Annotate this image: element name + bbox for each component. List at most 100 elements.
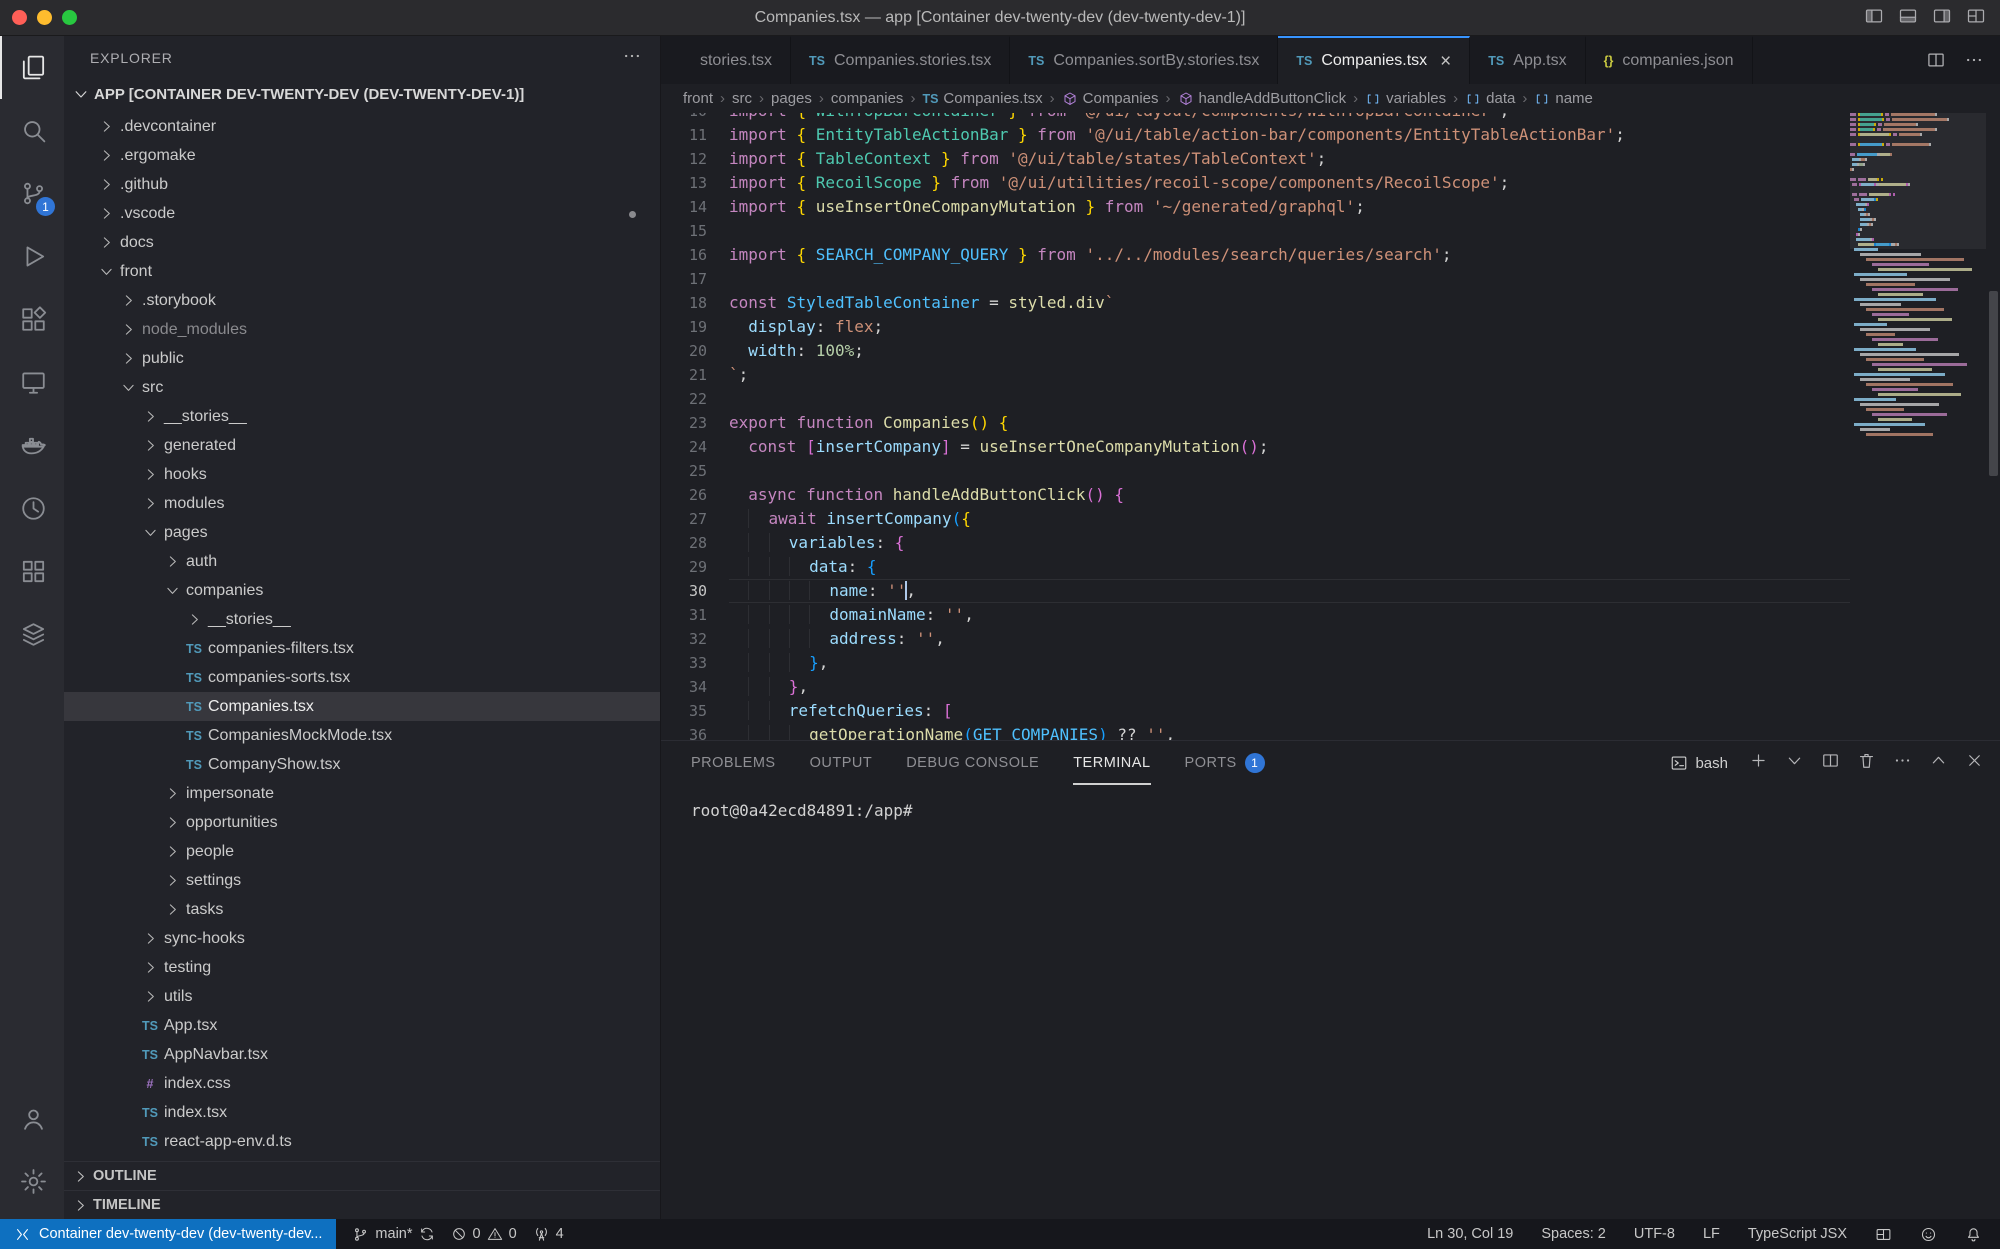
toggle-panel-right-button[interactable] [1932, 6, 1952, 31]
remote-indicator[interactable]: Container dev-twenty-dev (dev-twenty-dev… [0, 1219, 336, 1249]
breadcrumb-item-data[interactable]: data [1465, 90, 1515, 107]
tree-item-src[interactable]: src [64, 373, 660, 402]
split-terminal-button[interactable] [1821, 751, 1840, 775]
tree-item-docs[interactable]: docs [64, 228, 660, 257]
forwarded-ports[interactable]: 4 [533, 1226, 564, 1243]
tree-item-public[interactable]: public [64, 344, 660, 373]
panel-tab-terminal[interactable]: TERMINAL [1073, 741, 1150, 785]
tab-app-tsx[interactable]: TSApp.tsx [1470, 36, 1585, 84]
activity-extensions[interactable] [0, 288, 64, 351]
tree-item-vscode[interactable]: .vscode [64, 199, 660, 228]
maximize-panel-button[interactable] [1929, 751, 1948, 775]
tree-item-generated[interactable]: generated [64, 431, 660, 460]
tree-item-companies-filters-tsx[interactable]: TScompanies-filters.tsx [64, 634, 660, 663]
activity-kubernetes[interactable] [0, 540, 64, 603]
tree-item-ergomake[interactable]: .ergomake [64, 141, 660, 170]
activity-run-and-debug[interactable] [0, 225, 64, 288]
activity-search[interactable] [0, 99, 64, 162]
breadcrumb-item-handleaddbuttonclick[interactable]: handleAddButtonClick [1178, 90, 1347, 107]
tree-item-stories[interactable]: __stories__ [64, 402, 660, 431]
tab-close-icon[interactable]: × [1440, 52, 1451, 71]
panel-tab-problems[interactable]: PROBLEMS [691, 741, 776, 785]
tree-item-app-tsx[interactable]: TSApp.tsx [64, 1011, 660, 1040]
toggle-layout-button[interactable] [1966, 6, 1986, 31]
panel-more-actions-button[interactable] [1893, 751, 1912, 775]
tree-item-front[interactable]: front [64, 257, 660, 286]
tree-item-storybook[interactable]: .storybook [64, 286, 660, 315]
minimap[interactable] [1850, 113, 1986, 740]
breadcrumb-item-src[interactable]: src [732, 90, 752, 107]
git-branch[interactable]: main* [352, 1226, 434, 1243]
tab-stories-tsx[interactable]: stories.tsx [661, 36, 791, 84]
tab-companies-sortby-stories-tsx[interactable]: TSCompanies.sortBy.stories.tsx [1010, 36, 1278, 84]
tree-item-companyshow-tsx[interactable]: TSCompanyShow.tsx [64, 750, 660, 779]
shell-selector[interactable]: bash [1670, 754, 1728, 772]
new-terminal-button[interactable] [1749, 751, 1768, 775]
breadcrumb-item-companies[interactable]: companies [831, 90, 904, 107]
panel-tab-ports[interactable]: PORTS1 [1185, 741, 1265, 785]
code-editor[interactable]: 10import { WithTopBarContainer } from '@… [661, 113, 1850, 740]
layout[interactable] [1875, 1226, 1892, 1243]
tab-companies-json[interactable]: {}companies.json [1586, 36, 1753, 84]
activity-accounts[interactable] [0, 1087, 64, 1150]
tree-item-auth[interactable]: auth [64, 547, 660, 576]
split-editor-icon[interactable] [1926, 50, 1946, 70]
tree-item-pages[interactable]: pages [64, 518, 660, 547]
tree-item-modules[interactable]: modules [64, 489, 660, 518]
tree-item-opportunities[interactable]: opportunities [64, 808, 660, 837]
tree-item-companies-sorts-tsx[interactable]: TScompanies-sorts.tsx [64, 663, 660, 692]
cursor-position[interactable]: Ln 30, Col 19 [1427, 1226, 1513, 1242]
activity-docker[interactable] [0, 414, 64, 477]
activity-explorer[interactable] [0, 36, 64, 99]
editor-more-actions-icon[interactable] [1964, 50, 1984, 70]
breadcrumb-item-name[interactable]: name [1534, 90, 1593, 107]
activity-source-control[interactable]: 1 [0, 162, 64, 225]
activity-remote-explorer[interactable] [0, 351, 64, 414]
close-panel-button[interactable] [1965, 751, 1984, 775]
bell[interactable] [1965, 1226, 1982, 1243]
problems-indicator[interactable]: 00 [451, 1226, 517, 1242]
section-outline[interactable]: OUTLINE [64, 1161, 660, 1190]
language-mode[interactable]: TypeScript JSX [1748, 1226, 1847, 1242]
panel-tab-debug-console[interactable]: DEBUG CONSOLE [906, 741, 1039, 785]
encoding[interactable]: UTF-8 [1634, 1226, 1675, 1242]
panel-tab-output[interactable]: OUTPUT [810, 741, 873, 785]
tree-item-github[interactable]: .github [64, 170, 660, 199]
breadcrumb-item-pages[interactable]: pages [771, 90, 812, 107]
feedback[interactable] [1920, 1226, 1937, 1243]
eol[interactable]: LF [1703, 1226, 1720, 1242]
section-timeline[interactable]: TIMELINE [64, 1190, 660, 1219]
tree-item-companiesmockmode-tsx[interactable]: TSCompaniesMockMode.tsx [64, 721, 660, 750]
breadcrumb-item-companies[interactable]: Companies [1062, 90, 1159, 107]
tree-item-tasks[interactable]: tasks [64, 895, 660, 924]
tree-item-people[interactable]: people [64, 837, 660, 866]
breadcrumb-item-variables[interactable]: variables [1365, 90, 1446, 107]
tree-item-devcontainer[interactable]: .devcontainer [64, 112, 660, 141]
tab-companies-stories-tsx[interactable]: TSCompanies.stories.tsx [791, 36, 1010, 84]
workspace-section-header[interactable]: APP [CONTAINER DEV-TWENTY-DEV (DEV-TWENT… [64, 80, 660, 108]
tree-item-stories[interactable]: __stories__ [64, 605, 660, 634]
terminal-dropdown-button[interactable] [1785, 751, 1804, 775]
tree-item-companies[interactable]: companies [64, 576, 660, 605]
tree-item-node-modules[interactable]: node_modules [64, 315, 660, 344]
activity-gitlens[interactable] [0, 477, 64, 540]
tree-item-companies-tsx[interactable]: TSCompanies.tsx [64, 692, 660, 721]
tree-item-sync-hooks[interactable]: sync-hooks [64, 924, 660, 953]
tree-item-index-tsx[interactable]: TSindex.tsx [64, 1098, 660, 1127]
tree-item-testing[interactable]: testing [64, 953, 660, 982]
toggle-panel-left-button[interactable] [1864, 6, 1884, 31]
activity-settings-gear[interactable] [0, 1150, 64, 1213]
kill-terminal-button[interactable] [1857, 751, 1876, 775]
indentation[interactable]: Spaces: 2 [1541, 1226, 1606, 1242]
tree-item-index-css[interactable]: #index.css [64, 1069, 660, 1098]
breadcrumb-item-front[interactable]: front [683, 90, 713, 107]
editor-scrollbar[interactable] [1989, 291, 1998, 476]
breadcrumb-item-companies-tsx[interactable]: TSCompanies.tsx [922, 90, 1042, 107]
terminal-content[interactable]: root@0a42ecd84891:/app# [661, 785, 2000, 820]
tree-item-impersonate[interactable]: impersonate [64, 779, 660, 808]
tree-item-settings[interactable]: settings [64, 866, 660, 895]
toggle-panel-bottom-button[interactable] [1898, 6, 1918, 31]
tree-item-hooks[interactable]: hooks [64, 460, 660, 489]
tree-item-react-app-env-d-ts[interactable]: TSreact-app-env.d.ts [64, 1127, 660, 1156]
more-actions-icon[interactable] [622, 46, 642, 66]
